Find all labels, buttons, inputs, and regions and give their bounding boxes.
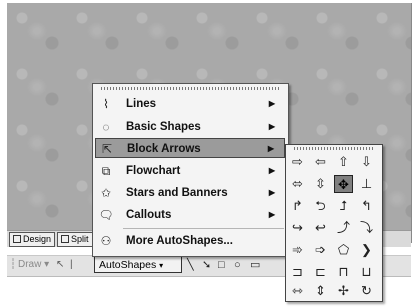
right-arrow-icon[interactable]: ⇨	[288, 153, 307, 171]
lines-icon: ⌇	[103, 97, 109, 111]
left-right-up-arrow-icon[interactable]: ⊥	[357, 175, 376, 193]
design-view-icon	[13, 235, 21, 243]
draw-menu-button[interactable]: Draw ▾	[18, 259, 49, 270]
rectangle-tool-icon[interactable]: □	[218, 259, 225, 271]
quad-arrow-icon[interactable]: ✥	[334, 175, 353, 193]
stars-banners-icon: ✩	[100, 186, 112, 200]
circular-arrow-icon[interactable]: ↻	[357, 282, 376, 300]
down-arrow-callout-icon[interactable]: ⊔	[357, 263, 376, 281]
palette-drag-grip[interactable]	[294, 147, 374, 150]
menu-separator	[123, 228, 284, 229]
bent-up-arrow-icon[interactable]: ↰	[357, 197, 376, 215]
menu-item-basic-shapes[interactable]: ◌ Basic Shapes ▶	[95, 117, 285, 137]
split-view-icon	[61, 235, 69, 243]
design-view-tab[interactable]: Design	[9, 232, 56, 247]
select-objects-icon[interactable]: ↖	[56, 259, 64, 270]
submenu-arrow-icon: ▶	[267, 144, 274, 153]
more-autoshapes-icon: ⚇	[100, 234, 112, 248]
block-arrows-icon: ⇱	[101, 142, 113, 156]
left-arrow-icon[interactable]: ⇦	[311, 153, 330, 171]
down-arrow-icon[interactable]: ⇩	[357, 153, 376, 171]
curved-left-arrow-icon[interactable]: ↩	[311, 219, 330, 237]
submenu-arrow-icon: ▶	[268, 122, 275, 131]
u-turn-arrow-icon[interactable]: ⮌	[311, 197, 330, 215]
callouts-icon: 🗨	[98, 208, 114, 222]
toolbar-grip-icon: ┆	[10, 259, 17, 270]
block-arrows-palette: ⇨ ⇦ ⇧ ⇩ ⬄ ⇳ ✥ ⊥ ↱ ⮌ ⮥ ↰ ↪ ↩ ⤴ ⤵ ➾ ➩ ⬠ ❯ …	[285, 144, 383, 302]
submenu-arrow-icon: ▶	[268, 210, 275, 219]
submenu-arrow-icon: ▶	[268, 166, 275, 175]
notched-right-arrow-icon[interactable]: ➩	[311, 241, 330, 259]
striped-right-arrow-icon[interactable]: ➾	[288, 241, 307, 259]
quad-arrow-callout-icon[interactable]: ✢	[334, 282, 353, 300]
basic-shapes-icon: ◌	[102, 120, 110, 134]
oval-tool-icon[interactable]: ○	[234, 259, 241, 271]
autoshapes-menu: ⌇ Lines ▶ ◌ Basic Shapes ▶ ⇱ Block Arrow…	[92, 83, 289, 257]
left-right-arrow-callout-icon[interactable]: ⇿	[288, 282, 307, 300]
menu-item-callouts[interactable]: 🗨 Callouts ▶	[95, 205, 285, 225]
pentagon-arrow-icon[interactable]: ⬠	[334, 241, 353, 259]
arrow-tool-icon[interactable]: ➘	[202, 259, 211, 271]
menu-item-lines[interactable]: ⌇ Lines ▶	[95, 94, 285, 114]
submenu-arrow-icon: ▶	[268, 99, 275, 108]
menu-item-block-arrows[interactable]: ⇱ Block Arrows ▶	[95, 138, 285, 158]
left-arrow-callout-icon[interactable]: ⊏	[311, 263, 330, 281]
textbox-tool-icon[interactable]: ▭	[250, 259, 260, 271]
curved-right-arrow-icon[interactable]: ↪	[288, 219, 307, 237]
left-up-arrow-icon[interactable]: ⮥	[334, 197, 353, 215]
line-tool-icon[interactable]: ╲	[187, 259, 194, 271]
right-arrow-callout-icon[interactable]: ⊐	[288, 263, 307, 281]
up-down-arrow-icon[interactable]: ⇳	[311, 175, 330, 193]
split-view-tab[interactable]: Split	[57, 232, 93, 247]
flowchart-icon: ⧉	[101, 164, 111, 178]
chevron-down-icon: ▾	[159, 261, 164, 270]
chevron-arrow-icon[interactable]: ❯	[357, 241, 376, 259]
autoshapes-button[interactable]: AutoShapes ▾	[94, 256, 182, 273]
application-window: Design Split ┆ Draw ▾ ↖ | AutoShapes ▾ ╲…	[0, 0, 415, 307]
menu-item-more-autoshapes[interactable]: ⚇ More AutoShapes...	[95, 231, 285, 251]
menu-drag-grip[interactable]	[101, 87, 280, 90]
toolbar-separator-icon: |	[70, 259, 73, 270]
bent-arrow-icon[interactable]: ↱	[288, 197, 307, 215]
menu-item-flowchart[interactable]: ⧉ Flowchart ▶	[95, 161, 285, 181]
curved-up-arrow-icon[interactable]: ⤴	[334, 219, 353, 237]
up-down-arrow-callout-icon[interactable]: ⇕	[311, 282, 330, 300]
curved-down-arrow-icon[interactable]: ⤵	[357, 219, 376, 237]
menu-item-stars-and-banners[interactable]: ✩ Stars and Banners ▶	[95, 183, 285, 203]
up-arrow-icon[interactable]: ⇧	[334, 153, 353, 171]
left-right-arrow-icon[interactable]: ⬄	[288, 175, 307, 193]
submenu-arrow-icon: ▶	[268, 188, 275, 197]
up-arrow-callout-icon[interactable]: ⊓	[334, 263, 353, 281]
